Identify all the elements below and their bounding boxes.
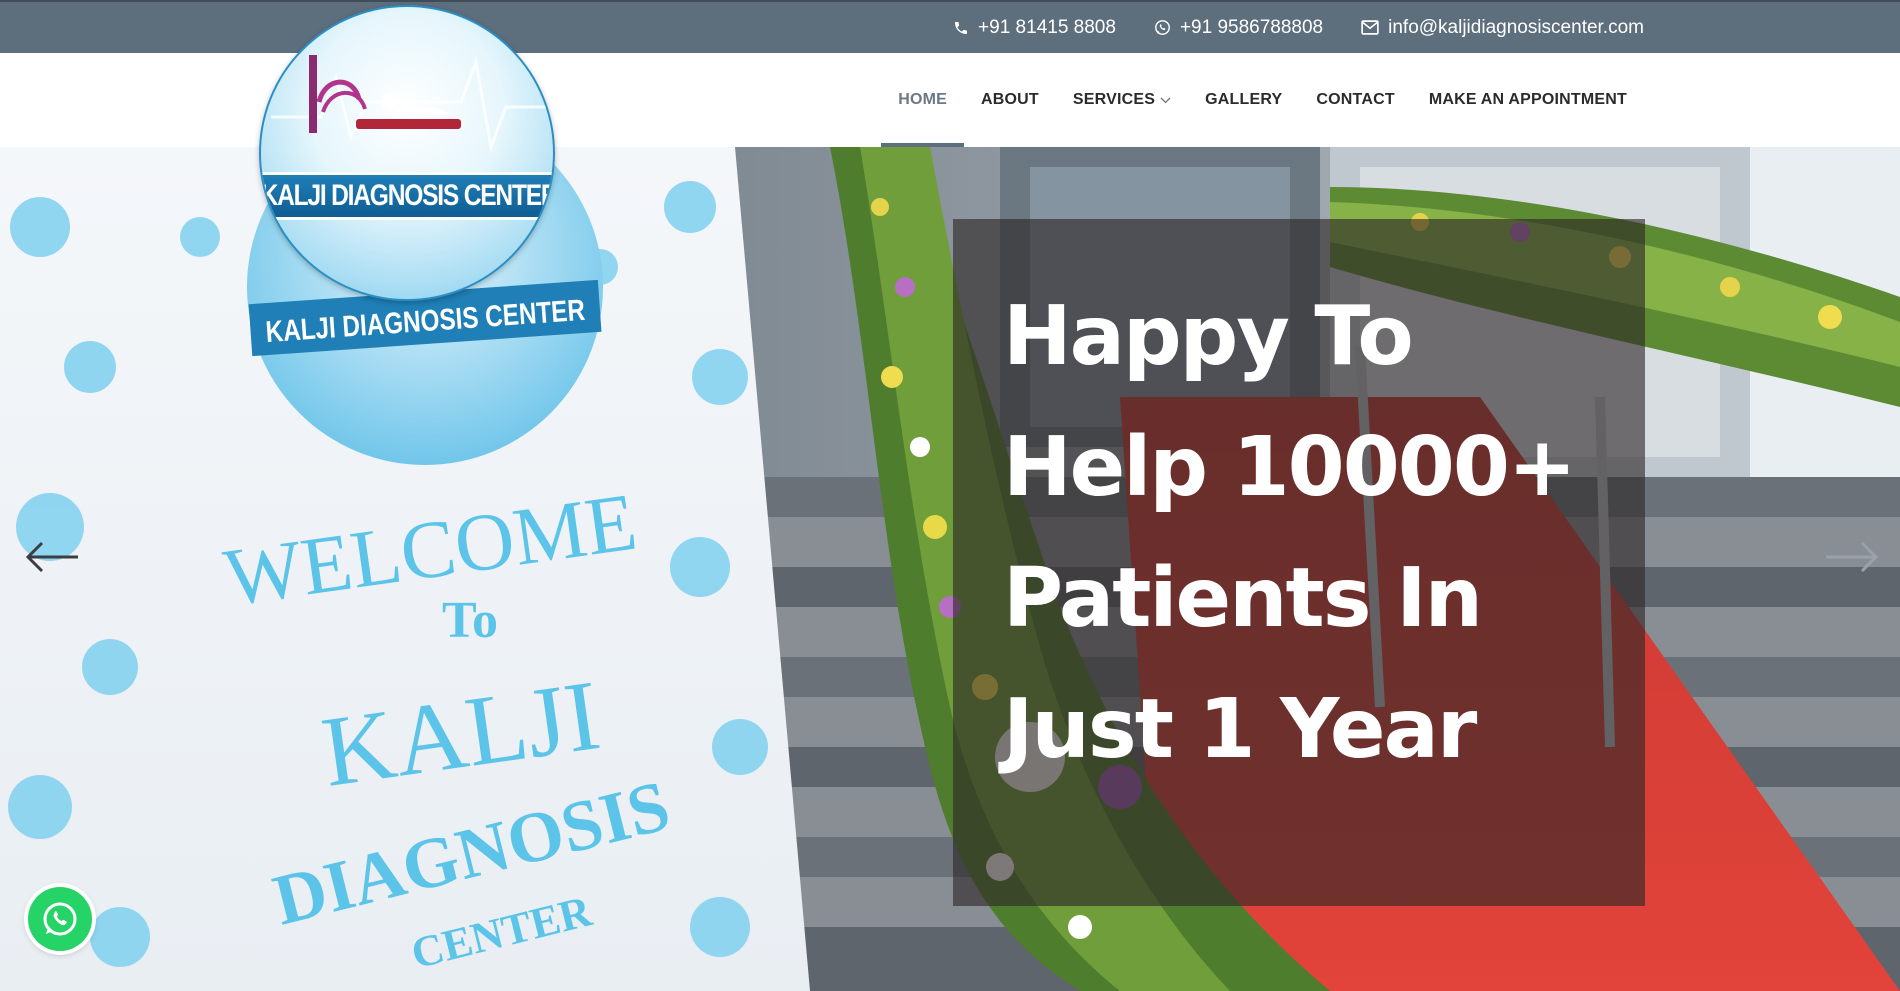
slider-next-button[interactable] (1822, 537, 1882, 577)
phone-icon (955, 21, 968, 34)
arrow-left-icon (25, 541, 78, 573)
nav-make-appointment[interactable]: MAKE AN APPOINTMENT (1412, 53, 1644, 147)
banner-to-text: To (442, 592, 498, 649)
logo-band: KALJI DIAGNOSIS CENTER (260, 172, 555, 220)
main-menu: HOME ABOUT SERVICES GALLERY CONTACT MAKE… (881, 53, 1644, 147)
nav-services-label: SERVICES (1072, 91, 1156, 108)
arrow-right-icon (1826, 541, 1879, 573)
nav-about[interactable]: ABOUT (964, 53, 1056, 147)
contact-list: +91 81415 8808 +91 9586788808 info@kalji… (953, 2, 1644, 53)
slider-prev-button[interactable] (22, 537, 82, 577)
hero-caption-box: Happy To Help 10000+ Patients In Just 1 … (953, 219, 1645, 906)
whatsapp-icon (1155, 20, 1170, 35)
email-text: info@kaljidiagnosiscenter.com (1388, 16, 1644, 38)
nav-home[interactable]: HOME (881, 53, 964, 147)
contact-phone-2[interactable]: +91 9586788808 (1154, 17, 1323, 39)
logo-emblem (271, 55, 551, 153)
site-logo[interactable]: KALJI DIAGNOSIS CENTER (259, 5, 555, 301)
contact-email[interactable]: info@kaljidiagnosiscenter.com (1361, 17, 1644, 39)
logo-text: KALJI DIAGNOSIS CENTER (260, 179, 555, 212)
whatsapp-icon (43, 902, 77, 936)
envelope-icon (1361, 20, 1379, 35)
contact-phone-1[interactable]: +91 81415 8808 (953, 17, 1116, 39)
whatsapp-float-button[interactable] (28, 887, 92, 951)
phone-2-text: +91 9586788808 (1179, 16, 1324, 38)
chevron-down-icon (1160, 97, 1171, 103)
nav-contact[interactable]: CONTACT (1299, 53, 1411, 147)
nav-gallery[interactable]: GALLERY (1188, 53, 1299, 147)
hero-headline: Happy To Help 10000+ Patients In Just 1 … (1003, 289, 1577, 777)
phone-1-text: +91 81415 8808 (978, 16, 1116, 38)
nav-services[interactable]: SERVICES (1056, 53, 1188, 147)
